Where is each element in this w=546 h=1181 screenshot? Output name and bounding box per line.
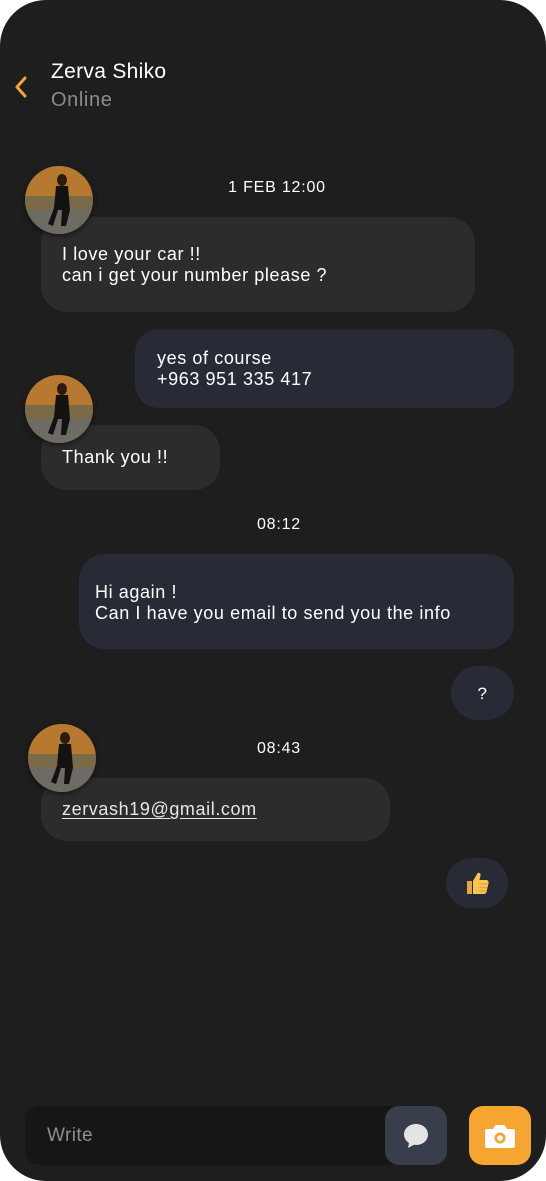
avatar[interactable] [25,166,93,234]
timestamp: 1 FEB 12:00 [228,179,326,196]
message-text: Hi again ! [95,582,178,602]
timestamp: 08:43 [256,740,302,757]
chat-screen: Zerva Shiko Online 1 FEB 12:00 I love yo… [0,0,546,1181]
chat-button[interactable] [385,1106,447,1165]
message-composer [25,1106,445,1165]
message-text: can i get your number please ? [62,265,328,285]
email-link[interactable]: zervash19@gmail.com [62,799,257,819]
contact-name[interactable]: Zerva Shiko [51,60,166,84]
incoming-message[interactable]: zervash19@gmail.com [41,778,390,841]
contact-status: Online [51,89,113,111]
message-text: yes of course [157,348,272,368]
camera-button[interactable] [469,1106,531,1165]
camera-icon [485,1124,515,1148]
thumbs-up-icon [467,872,489,894]
chevron-left-icon [15,76,27,98]
message-text: ? [477,684,488,703]
avatar[interactable] [25,375,93,443]
back-button[interactable] [8,70,34,104]
outgoing-message[interactable]: yes of course +963 951 335 417 [135,329,514,408]
chat-bubble-icon [404,1123,428,1148]
message-input[interactable] [47,1106,377,1165]
timestamp: 08:12 [256,516,302,533]
incoming-message[interactable]: I love your car !! can i get your number… [41,217,475,312]
message-text: Can I have you email to send you the inf… [95,603,451,623]
message-text: +963 951 335 417 [157,369,313,389]
outgoing-message[interactable]: 👍 [446,858,508,908]
outgoing-message[interactable]: ? [451,666,514,720]
avatar[interactable] [28,724,96,792]
outgoing-message[interactable]: Hi again ! Can I have you email to send … [79,554,514,649]
message-text: I love your car !! [62,244,201,264]
message-text: Thank you !! [62,447,169,467]
